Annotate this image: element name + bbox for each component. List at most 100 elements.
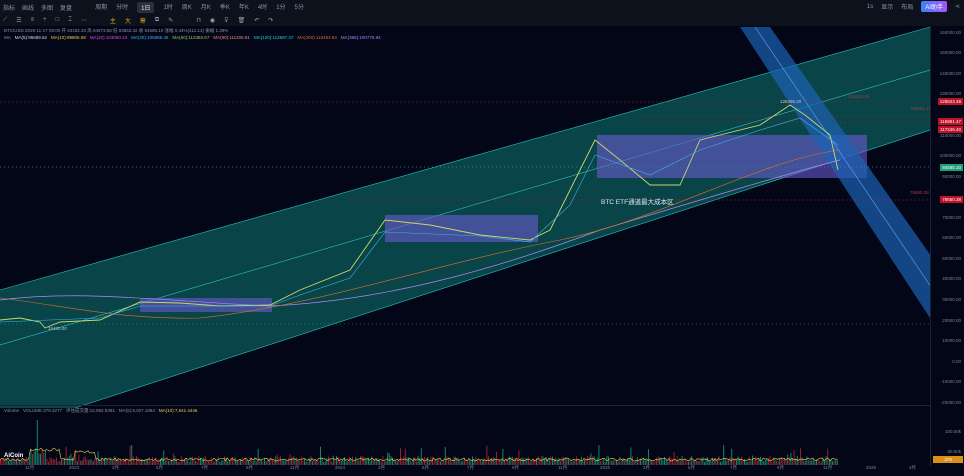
hline-tool-icon[interactable]: ☰ xyxy=(16,17,21,24)
volume-bar xyxy=(412,457,414,465)
period-tab[interactable]: 1日 xyxy=(137,1,155,13)
volume-bar xyxy=(233,457,235,465)
display-button[interactable]: 显示 xyxy=(881,2,893,11)
volume-bar xyxy=(113,456,115,465)
channel-tool-icon[interactable]: ≡ xyxy=(31,17,35,23)
cross-tool-icon[interactable]: + xyxy=(43,17,47,23)
ai-assistant-button[interactable]: AI助手 xyxy=(921,1,947,12)
ma-value: MA(20):103050.23 xyxy=(89,35,128,40)
ma-value: MA(5):95689.52 xyxy=(14,35,48,40)
period-tab[interactable]: 年K xyxy=(239,2,249,13)
volume-bar xyxy=(20,460,22,465)
redo-icon[interactable]: ↷ xyxy=(268,17,273,24)
volume-bar xyxy=(203,457,205,465)
x-tick: 9月 xyxy=(246,465,254,470)
replay-button[interactable]: 复盘 xyxy=(60,3,72,12)
y-tick: 60000.00 xyxy=(942,235,961,241)
main-toggle[interactable]: 主 xyxy=(110,16,116,25)
volume-bar xyxy=(48,461,49,465)
volume-bar xyxy=(518,450,520,465)
lock-icon[interactable]: ⊓ xyxy=(196,17,201,24)
interval-1s[interactable]: 1s xyxy=(867,4,873,10)
volume-bar xyxy=(496,451,497,465)
volume-bar xyxy=(561,457,563,465)
volume-bar xyxy=(393,459,395,465)
period-tab[interactable]: 周期 xyxy=(95,2,107,13)
volume-bar xyxy=(542,456,544,465)
filter-icon[interactable]: ⊽ xyxy=(224,17,228,24)
period-tab[interactable]: 5分 xyxy=(295,2,304,13)
period-tab[interactable]: 周K xyxy=(182,2,192,13)
x-tick: 3月 xyxy=(643,465,651,470)
period-tab[interactable]: 分时 xyxy=(116,2,128,13)
volume-bar xyxy=(139,460,141,465)
price-axis[interactable]: 160000.00 150000.00 140000.00 130000.00 1100… xyxy=(930,26,964,466)
volume-bar xyxy=(811,460,813,465)
volume-bar xyxy=(681,456,683,465)
volume-bar xyxy=(462,460,464,465)
magnet-icon[interactable]: ⧉ xyxy=(155,17,159,24)
volume-bar xyxy=(622,458,624,465)
delete-icon[interactable]: 🗑 xyxy=(238,17,246,24)
volume-bar xyxy=(755,456,757,465)
x-tick: 11月 xyxy=(290,465,300,470)
volume-bar xyxy=(748,456,750,465)
volume-bar xyxy=(30,448,32,465)
volume-bar xyxy=(595,460,597,465)
pen-icon[interactable]: ✎ xyxy=(168,17,173,24)
line-tool-icon[interactable]: ⟋ xyxy=(3,17,7,24)
more-tools-icon[interactable]: ⋯ xyxy=(81,17,87,24)
indicator-button[interactable]: 指标 xyxy=(3,3,15,12)
volume-bar xyxy=(129,445,131,465)
volume-bar xyxy=(537,456,539,465)
volume-bar xyxy=(80,460,81,465)
volume-bar xyxy=(32,453,33,465)
big-toggle[interactable]: 大 xyxy=(125,16,131,25)
volume-bar xyxy=(825,456,827,465)
volume-bar xyxy=(92,461,94,465)
volume-bar xyxy=(371,456,373,465)
chips-toggle[interactable]: 筹 xyxy=(140,16,146,25)
period-tab[interactable]: 1分 xyxy=(276,2,285,13)
period-tab[interactable]: 月K xyxy=(201,2,211,13)
price-chart[interactable] xyxy=(0,26,930,466)
fib-tool-icon[interactable]: ⌶ xyxy=(68,17,72,24)
volume-bar xyxy=(497,459,499,465)
rect-tool-icon[interactable]: □ xyxy=(56,17,60,23)
volume-bar xyxy=(145,459,147,465)
volume-bar xyxy=(358,460,360,465)
volume-bar xyxy=(89,459,91,465)
volume-bar xyxy=(614,461,616,465)
volume-bar xyxy=(78,454,80,465)
volume-bar xyxy=(478,460,480,465)
draw-button[interactable]: 画线 xyxy=(22,3,34,12)
volume-bar xyxy=(612,459,614,465)
volume-bar xyxy=(628,459,630,465)
volume-bar xyxy=(169,459,171,465)
period-tab[interactable]: 1时 xyxy=(163,2,172,13)
layout-button[interactable]: 布局 xyxy=(901,2,913,11)
share-icon[interactable]: ⋖ xyxy=(955,3,960,10)
volume-bar xyxy=(65,446,67,465)
volume-bar xyxy=(715,457,717,465)
drawing-toolbar: ⟋ ☰ ≡ + □ ⌶ ⋯ 主 大 筹 ⧉ ✎ ⊓ ◉ ⊽ 🗑 ↶ ↷ xyxy=(0,14,964,26)
period-tab[interactable]: 4时 xyxy=(258,2,267,13)
volume-bar xyxy=(636,457,638,465)
volume-bar xyxy=(764,459,766,465)
y-tick: 150000.00 xyxy=(939,50,961,56)
period-tab[interactable]: 季K xyxy=(220,2,230,13)
volume-bar xyxy=(33,451,35,465)
undo-icon[interactable]: ↶ xyxy=(254,17,259,24)
volume-bar xyxy=(41,450,43,465)
multi-chart-button[interactable]: 多图 xyxy=(41,3,53,12)
ma-value: MA(60):112383.67 xyxy=(172,35,210,40)
volume-bar xyxy=(35,448,37,465)
volume-bar xyxy=(62,458,64,465)
volume-bar xyxy=(83,457,85,465)
volume-bar xyxy=(414,457,416,465)
volume-bar xyxy=(57,461,59,465)
volume-bar xyxy=(272,459,273,465)
x-tick: 7月 xyxy=(201,465,209,470)
volume-bar xyxy=(801,457,803,465)
eye-icon[interactable]: ◉ xyxy=(210,17,215,24)
